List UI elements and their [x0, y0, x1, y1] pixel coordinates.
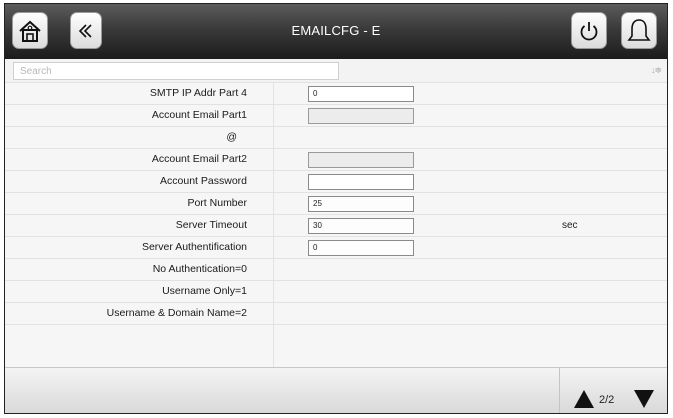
row-label: Account Email Part1	[151, 109, 247, 121]
table-row: Account Email Part1	[5, 105, 667, 127]
row-label: Username & Domain Name=2	[106, 307, 247, 319]
row-label: Port Number	[187, 197, 247, 209]
page-indicator: 2/2	[599, 394, 615, 406]
triangle-up-icon[interactable]	[574, 390, 594, 408]
table-row: Username Only=1	[5, 281, 667, 303]
table-row: Username & Domain Name=2	[5, 303, 667, 325]
table-row: Account Email Part2	[5, 149, 667, 171]
app-window: EMAILCFG - E ↓≑ SMTP IP Addr Part 4	[4, 3, 668, 414]
table-row: Server Authentification 0	[5, 237, 667, 259]
table-row: @	[5, 127, 667, 149]
table-row: No Authentication=0	[5, 259, 667, 281]
account-email-part2-field[interactable]	[308, 152, 414, 168]
page-title: EMAILCFG - E	[291, 23, 381, 38]
pager-divider	[559, 368, 560, 413]
row-label: SMTP IP Addr Part 4	[149, 87, 247, 99]
table-row: Server Timeout 30 sec	[5, 215, 667, 237]
table-row: Account Password	[5, 171, 667, 193]
server-authentification-field[interactable]: 0	[308, 240, 414, 256]
row-label: @	[226, 131, 237, 143]
row-label: Account Password	[160, 175, 247, 187]
bell-icon	[626, 17, 652, 45]
smtp-ip-part4-field[interactable]: 0	[308, 86, 414, 102]
account-email-part1-field[interactable]	[308, 108, 414, 124]
row-label: Server Timeout	[175, 219, 247, 231]
parameter-table: SMTP IP Addr Part 4 0 Account Email Part…	[5, 83, 667, 367]
row-label: Server Authentification	[141, 241, 247, 253]
account-password-field[interactable]	[308, 174, 414, 190]
unit-label: sec	[562, 220, 578, 231]
alarm-button[interactable]	[621, 12, 657, 49]
search-input[interactable]	[13, 62, 339, 80]
footer-bar: 2/2	[5, 367, 667, 413]
sort-icon[interactable]: ↓≑	[651, 65, 662, 76]
table-row: SMTP IP Addr Part 4 0	[5, 83, 667, 105]
header-bar: EMAILCFG - E	[5, 4, 667, 59]
row-label: Account Email Part2	[151, 153, 247, 165]
power-button[interactable]	[571, 12, 607, 49]
triangle-down-icon[interactable]	[634, 390, 654, 408]
row-label: Username Only=1	[162, 285, 247, 297]
table-row: Port Number 25	[5, 193, 667, 215]
server-timeout-field[interactable]: 30	[308, 218, 414, 234]
power-icon	[577, 19, 601, 43]
search-bar: ↓≑	[5, 59, 667, 83]
port-number-field[interactable]: 25	[308, 196, 414, 212]
row-label: No Authentication=0	[152, 263, 247, 275]
